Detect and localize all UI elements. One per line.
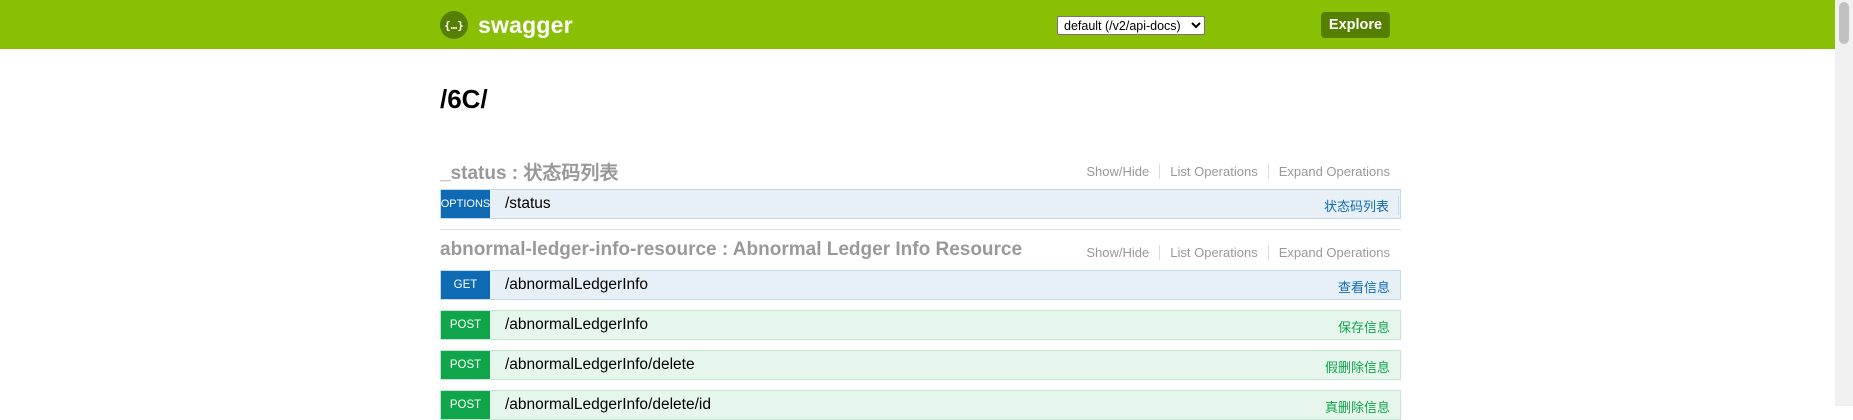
logo-text: swagger [478,11,573,38]
operation-summary[interactable]: 状态码列表 [1324,196,1399,215]
resource-actions: Show/Hide List Operations Expand Operati… [1086,164,1390,179]
list-operations-link[interactable]: List Operations [1160,245,1269,260]
show-hide-link[interactable]: Show/Hide [1086,164,1161,179]
explore-button[interactable]: Explore [1321,12,1390,38]
list-operations-link[interactable]: List Operations [1160,164,1269,179]
http-method-badge[interactable]: OPTIONS [441,190,490,218]
http-method-badge[interactable]: POST [441,351,490,379]
operation-summary[interactable]: 假删除信息 [1325,357,1390,376]
swagger-logo-icon: {…} [440,11,468,39]
expand-operations-link[interactable]: Expand Operations [1269,245,1390,260]
http-method-badge[interactable]: POST [441,391,490,419]
resource-name[interactable]: abnormal-ledger-info-resource [440,239,717,260]
operation-path[interactable]: /abnormalLedgerInfo/delete [505,356,695,374]
resource-description: Abnormal Ledger Info Resource [732,239,1023,260]
scrollbar-thumb[interactable] [1839,2,1849,44]
resource-separator: : [506,163,524,184]
resource-header-abnormal-ledger-info: abnormal-ledger-info-resource : Abnormal… [440,237,1401,267]
resource-title-status[interactable]: _status : 状态码列表 [440,158,618,185]
show-hide-link[interactable]: Show/Hide [1086,245,1161,260]
operation-path[interactable]: /status [505,195,551,213]
resource-name[interactable]: _status [440,163,507,184]
swagger-logo[interactable]: {…} swagger [440,11,573,39]
operation-path[interactable]: /abnormalLedgerInfo/delete/id [505,396,711,414]
operation-summary[interactable]: 真删除信息 [1325,397,1390,416]
expand-operations-link[interactable]: Expand Operations [1269,164,1390,179]
http-method-badge[interactable]: GET [441,271,490,299]
resource-title-abnormal-ledger-info[interactable]: abnormal-ledger-info-resource : Abnormal… [440,239,1022,261]
operation-options-status[interactable]: OPTIONS /status 状态码列表 [440,189,1401,219]
page-title: /6C/ [440,84,488,114]
operation-post-abnormal-ledger-info[interactable]: POST /abnormalLedgerInfo 保存信息 [440,310,1401,340]
operation-path[interactable]: /abnormalLedgerInfo [505,316,648,334]
operation-post-abnormal-ledger-info-delete[interactable]: POST /abnormalLedgerInfo/delete 假删除信息 [440,350,1401,380]
operation-post-abnormal-ledger-info-delete-id[interactable]: POST /abnormalLedgerInfo/delete/id 真删除信息 [440,390,1401,420]
api-spec-select[interactable]: default (/v2/api-docs) [1057,16,1205,35]
operation-summary[interactable]: 保存信息 [1338,317,1390,336]
resource-divider [440,229,1401,230]
resource-separator: : [716,239,733,260]
http-method-badge[interactable]: POST [441,311,490,339]
operation-path[interactable]: /abnormalLedgerInfo [505,276,648,294]
resource-header-status: _status : 状态码列表 Show/Hide List Operation… [440,156,1401,186]
vertical-scrollbar[interactable] [1835,0,1853,406]
resource-description: 状态码列表 [523,163,619,184]
operation-summary[interactable]: 查看信息 [1338,277,1390,296]
resource-actions: Show/Hide List Operations Expand Operati… [1086,245,1390,260]
operation-get-abnormal-ledger-info[interactable]: GET /abnormalLedgerInfo 查看信息 [440,270,1401,300]
top-header-bar: {…} swagger default (/v2/api-docs) Explo… [0,0,1853,49]
